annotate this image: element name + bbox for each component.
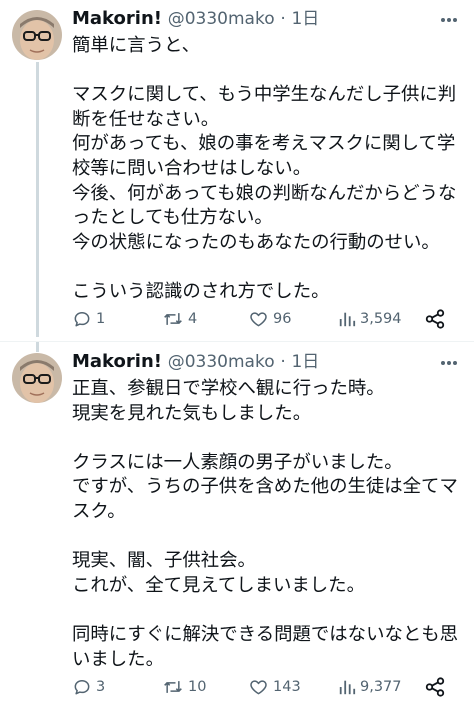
view-count: 9,377 bbox=[360, 679, 402, 695]
tweet-header: Makorin! @0330mako · 1日 bbox=[72, 7, 319, 31]
like-count: 143 bbox=[273, 679, 301, 695]
text-line: 簡単に言うと、 bbox=[72, 35, 200, 56]
text-line: マスクに関して、もう中学生なんだし子供に判 bbox=[72, 84, 457, 106]
separator: · bbox=[280, 9, 286, 29]
thread-connector bbox=[36, 342, 39, 352]
text-line: 同時にすぐに解決できる問題ではないなとも思 bbox=[72, 623, 459, 645]
like-button[interactable]: 96 bbox=[248, 307, 291, 331]
thread-connector bbox=[36, 62, 39, 337]
display-name[interactable]: Makorin! bbox=[72, 351, 162, 372]
text-line: ったとしても仕方ない。 bbox=[72, 207, 273, 229]
avatar[interactable] bbox=[12, 10, 62, 60]
retweet-count: 4 bbox=[188, 311, 198, 327]
text-line: 正直、参観日で学校へ観に行った時。 bbox=[72, 378, 385, 399]
reply-count: 3 bbox=[96, 679, 106, 695]
heart-icon bbox=[248, 309, 269, 329]
retweet-icon bbox=[162, 677, 184, 697]
tweet-divider bbox=[0, 341, 474, 342]
text-line: クラスには一人素顔の男子がいました。 bbox=[72, 451, 403, 473]
reply-icon bbox=[72, 677, 92, 697]
share-button[interactable] bbox=[424, 307, 446, 331]
view-count: 3,594 bbox=[360, 311, 402, 327]
views-icon bbox=[338, 677, 356, 697]
text-line: 断を任せなさい。 bbox=[72, 108, 220, 130]
reply-icon bbox=[72, 309, 92, 329]
more-icon[interactable] bbox=[436, 10, 462, 30]
views-button[interactable]: 9,377 bbox=[338, 675, 402, 699]
text-line: こういう認識のされ方でした。 bbox=[72, 280, 330, 302]
reply-button[interactable]: 3 bbox=[72, 675, 105, 699]
user-handle[interactable]: @0330mako bbox=[168, 9, 275, 29]
separator: · bbox=[280, 352, 286, 372]
text-line: 現実、闇、子供社会。 bbox=[72, 550, 256, 572]
views-icon bbox=[338, 309, 356, 329]
retweet-button[interactable]: 4 bbox=[162, 307, 197, 331]
share-icon bbox=[424, 308, 446, 330]
text-line: これが、全て見えてしまいました。 bbox=[72, 574, 365, 596]
text-line: 今の状態になったのもあなたの行動のせい。 bbox=[72, 231, 440, 253]
tweet-thread: Makorin! @0330mako · 1日 簡単に言うと、 マスクに関して、… bbox=[0, 0, 474, 709]
reply-button[interactable]: 1 bbox=[72, 307, 105, 331]
text-line: 今後、何があっても娘の判断なんだからどうな bbox=[72, 182, 457, 204]
share-icon bbox=[424, 676, 446, 698]
action-bar: 1 4 96 3,594 bbox=[72, 307, 452, 331]
tweet-header: Makorin! @0330mako · 1日 bbox=[72, 350, 319, 374]
reply-count: 1 bbox=[96, 311, 106, 327]
timestamp[interactable]: 1日 bbox=[291, 352, 319, 372]
display-name[interactable]: Makorin! bbox=[72, 8, 162, 29]
timestamp[interactable]: 1日 bbox=[291, 9, 319, 29]
more-icon[interactable] bbox=[436, 353, 462, 373]
heart-icon bbox=[248, 677, 269, 697]
text-line: ですが、うちの子供を含めた他の生徒は全てマ bbox=[72, 476, 458, 498]
retweet-icon bbox=[162, 309, 184, 329]
user-handle[interactable]: @0330mako bbox=[168, 352, 275, 372]
retweet-count: 10 bbox=[188, 679, 207, 695]
text-line: 現実を見れた気もしました。 bbox=[72, 402, 312, 424]
share-button[interactable] bbox=[424, 675, 446, 699]
text-line: 何があっても、娘の事を考えマスクに関して学 bbox=[72, 133, 456, 155]
views-button[interactable]: 3,594 bbox=[338, 307, 402, 331]
tweet-text: 正直、参観日で学校へ観に行った時。 現実を見れた気もしました。 クラスには一人素… bbox=[72, 377, 468, 672]
text-line: いました。 bbox=[72, 648, 164, 670]
text-line: スク。 bbox=[72, 500, 126, 522]
avatar[interactable] bbox=[12, 353, 62, 403]
tweet-text: 簡単に言うと、 マスクに関して、もう中学生なんだし子供に判 断を任せなさい。 何… bbox=[72, 34, 468, 305]
text-line: 校等に問い合わせはしない。 bbox=[72, 157, 312, 179]
like-button[interactable]: 143 bbox=[248, 675, 301, 699]
retweet-button[interactable]: 10 bbox=[162, 675, 206, 699]
action-bar: 3 10 143 9,377 bbox=[72, 675, 452, 699]
like-count: 96 bbox=[273, 311, 292, 327]
